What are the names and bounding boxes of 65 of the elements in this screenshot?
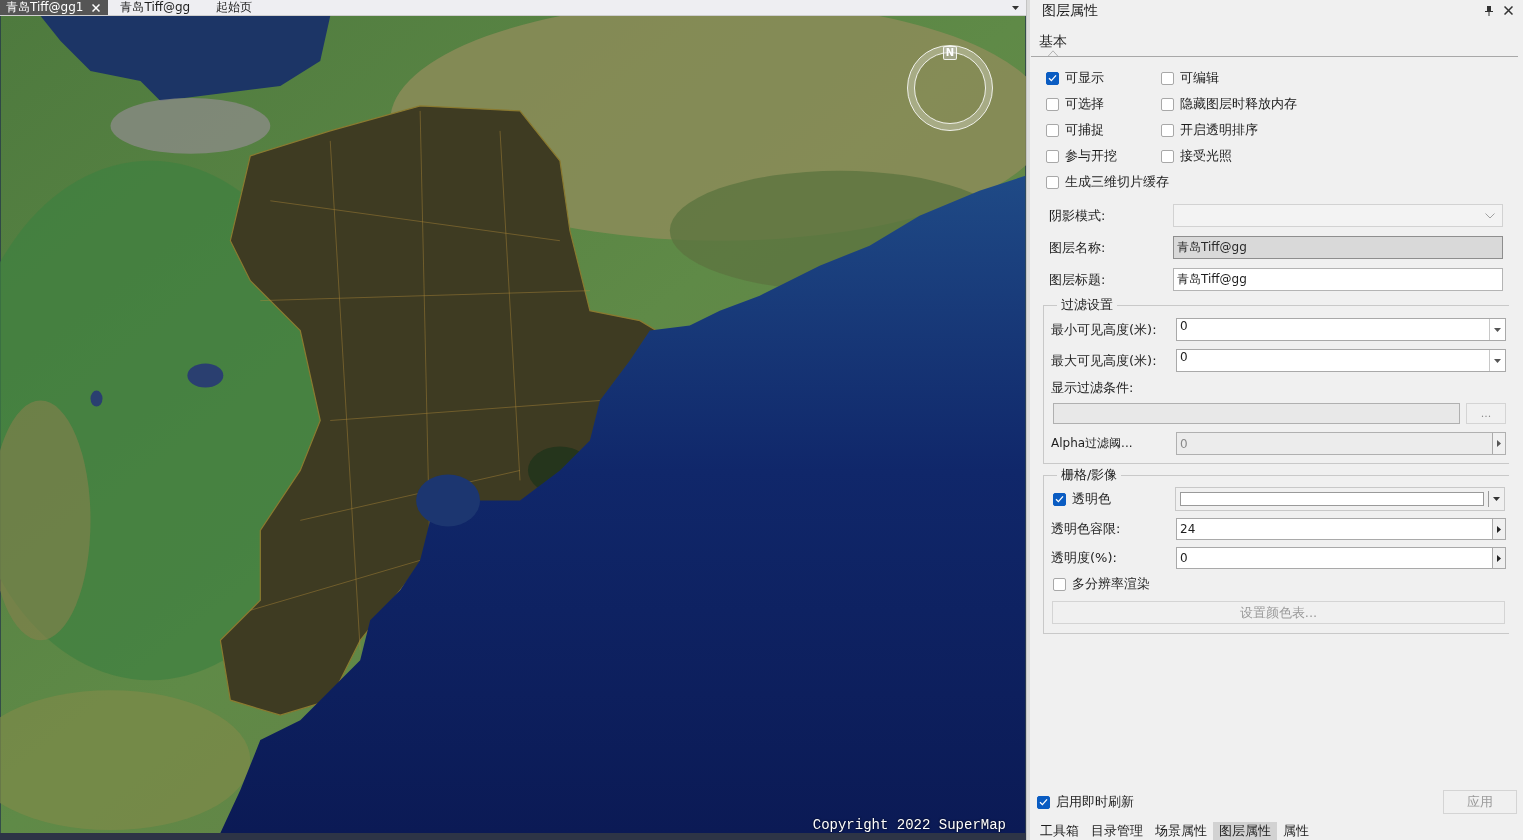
caret-down-icon[interactable] — [1494, 358, 1501, 363]
group-title: 栅格/影像 — [1060, 467, 1119, 483]
dropdown-field[interactable]: 0 — [1176, 318, 1506, 341]
checkbox-label[interactable]: 可编辑 — [1180, 70, 1219, 86]
checkbox[interactable] — [1046, 123, 1059, 137]
panel-tab[interactable]: 工具箱 — [1034, 822, 1085, 840]
panel-tab[interactable]: 场景属性 — [1149, 822, 1213, 840]
checkbox[interactable] — [1161, 71, 1174, 85]
caret-down-icon[interactable] — [1012, 5, 1019, 10]
checkbox-label[interactable]: 多分辨率渲染 — [1072, 576, 1150, 592]
caret-right-icon[interactable] — [1497, 525, 1501, 533]
field-label: 最小可见高度(米): — [1051, 320, 1158, 339]
checkbox-label[interactable]: 参与开挖 — [1065, 148, 1117, 164]
checkbox[interactable] — [1046, 149, 1059, 163]
checkbox-label[interactable]: 可捕捉 — [1065, 122, 1104, 138]
spin-field[interactable]: 24 — [1176, 518, 1506, 540]
checkbox[interactable] — [1053, 577, 1066, 591]
panel-tab[interactable]: 属性 — [1277, 822, 1315, 840]
checkbox[interactable] — [1053, 492, 1066, 506]
checkbox-label[interactable]: 启用即时刷新 — [1056, 794, 1134, 810]
pin-icon[interactable] — [1485, 5, 1493, 16]
caret-down-icon[interactable] — [1494, 327, 1501, 332]
document-tab[interactable]: 青岛Tiff@gg — [108, 0, 205, 15]
color-swatch-icon — [1180, 492, 1484, 506]
panel-tab[interactable]: 目录管理 — [1085, 822, 1149, 840]
checkbox[interactable] — [1037, 795, 1050, 809]
field-label: 透明色容限: — [1051, 520, 1122, 538]
color-dropdown[interactable] — [1175, 487, 1505, 511]
caret-right-icon[interactable] — [1497, 554, 1501, 562]
text-field[interactable]: 青岛Tiff@gg — [1173, 268, 1503, 291]
compass-ring-icon[interactable] — [907, 45, 993, 131]
spin-button[interactable] — [1492, 519, 1505, 539]
panel-tab[interactable]: 图层属性 — [1213, 822, 1277, 840]
checkbox-label[interactable]: 生成三维切片缓存 — [1065, 174, 1169, 190]
field-label: 图层名称: — [1049, 238, 1107, 257]
close-icon[interactable] — [1504, 6, 1513, 15]
panel-tab[interactable]: 基本 — [1031, 21, 1067, 56]
field-label: 显示过滤条件: — [1051, 380, 1135, 396]
checkbox[interactable] — [1161, 149, 1174, 163]
copyright-text: Copyright 2022 SuperMap — [812, 817, 1006, 833]
document-tab[interactable]: 起始页 — [204, 0, 267, 15]
checkbox[interactable] — [1161, 123, 1174, 137]
field-label: Alpha过滤阈... — [1051, 435, 1134, 452]
caret-down-icon[interactable] — [1493, 497, 1500, 501]
panel-title: 图层属性 — [1042, 1, 1099, 20]
checkbox-label[interactable]: 可选择 — [1065, 96, 1104, 112]
checkbox-label[interactable]: 开启透明排序 — [1180, 122, 1258, 138]
field-label: 图层标题: — [1049, 270, 1107, 289]
dropdown-field[interactable]: 0 — [1176, 349, 1506, 372]
group-title: 过滤设置 — [1060, 297, 1114, 313]
checkbox-label[interactable]: 隐藏图层时释放内存 — [1180, 96, 1297, 112]
checkbox-label[interactable]: 透明色 — [1072, 491, 1111, 507]
spin-field[interactable]: 0 — [1176, 547, 1506, 569]
checkbox[interactable] — [1046, 97, 1059, 111]
checkbox[interactable] — [1046, 71, 1059, 85]
spin-button[interactable] — [1492, 548, 1505, 568]
field-label: 最大可见高度(米): — [1051, 351, 1158, 370]
field-label: 阴影模式: — [1049, 206, 1107, 225]
checkbox[interactable] — [1046, 175, 1059, 189]
checkbox-label[interactable]: 接受光照 — [1180, 148, 1232, 164]
checkbox[interactable] — [1161, 97, 1174, 111]
document-tab[interactable]: 青岛Tiff@gg1 — [0, 0, 109, 15]
field-label: 透明度(%): — [1051, 549, 1118, 567]
checkbox-label[interactable]: 可显示 — [1065, 70, 1104, 86]
north-badge: N — [943, 46, 957, 60]
